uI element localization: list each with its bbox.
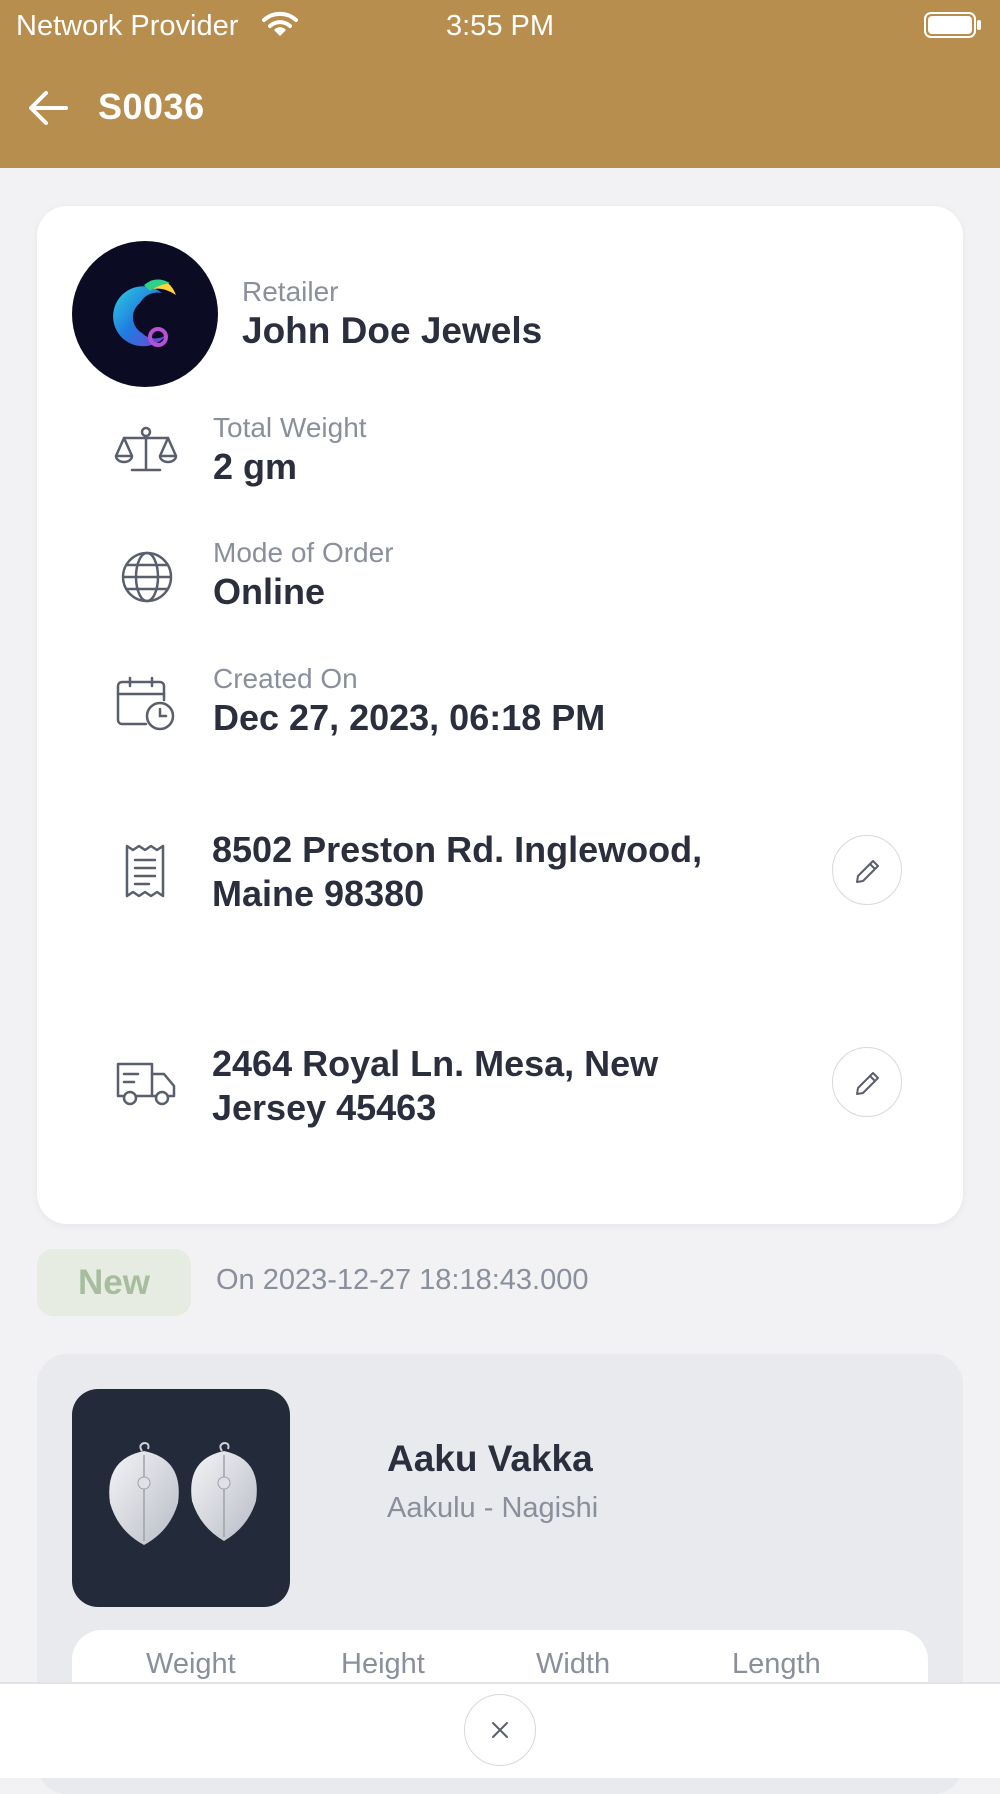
- total-weight-value: 2 gm: [213, 446, 298, 487]
- status-bar: Network Provider 3:55 PM: [0, 0, 1000, 52]
- receipt-icon: [124, 844, 166, 903]
- back-button[interactable]: [26, 88, 72, 128]
- close-button[interactable]: [464, 1694, 536, 1766]
- edit-shipping-address-button[interactable]: [832, 1047, 902, 1117]
- shipping-address-line1: 2464 Royal Ln. Mesa, New: [212, 1043, 659, 1084]
- pencil-icon: [856, 1072, 879, 1095]
- billing-address-line1: 8502 Preston Rd. Inglewood,: [212, 829, 703, 870]
- status-date: On 2023-12-27 18:18:43.000: [216, 1264, 589, 1296]
- arrow-left-icon: [29, 91, 68, 125]
- retailer-avatar: [72, 241, 218, 387]
- status-badge: New: [37, 1249, 191, 1316]
- edit-billing-address-button[interactable]: [832, 835, 902, 905]
- product-subtitle: Aakulu - Nagishi: [387, 1492, 599, 1524]
- product-name: Aaku Vakka: [387, 1438, 593, 1479]
- close-icon: [492, 1722, 508, 1738]
- mode-of-order-caption: Mode of Order: [213, 537, 394, 568]
- battery-icon: [924, 12, 982, 43]
- clock: 3:55 PM: [446, 10, 554, 42]
- earrings-image: [109, 1441, 257, 1545]
- created-on-value: Dec 27, 2023, 06:18 PM: [213, 697, 606, 738]
- retailer-name: John Doe Jewels: [242, 310, 543, 351]
- shipping-address-line2: Jersey 45463: [212, 1087, 437, 1128]
- globe-icon: [120, 550, 174, 609]
- spec-width-label: Width: [536, 1648, 611, 1680]
- spec-length-label: Length: [732, 1648, 821, 1680]
- truck-icon: [116, 1058, 176, 1113]
- scale-icon: [114, 424, 178, 481]
- product-image: [72, 1389, 290, 1607]
- retailer-caption: Retailer: [242, 276, 339, 307]
- spec-height-label: Height: [341, 1648, 425, 1680]
- total-weight-caption: Total Weight: [213, 412, 367, 443]
- retailer-logo-icon: [113, 279, 176, 347]
- created-on-caption: Created On: [213, 663, 358, 694]
- app-header: Network Provider 3:55 PM S0036: [0, 0, 1000, 168]
- calendar-clock-icon: [116, 676, 176, 737]
- shipping-address: 2464 Royal Ln. Mesa, New Jersey 45463: [212, 1042, 772, 1130]
- page-title: S0036: [98, 86, 205, 127]
- spec-weight-label: Weight: [146, 1648, 236, 1680]
- mode-of-order-value: Online: [213, 571, 326, 612]
- billing-address-line2: Maine 98380: [212, 873, 425, 914]
- pencil-icon: [856, 860, 879, 883]
- billing-address: 8502 Preston Rd. Inglewood, Maine 98380: [212, 828, 772, 916]
